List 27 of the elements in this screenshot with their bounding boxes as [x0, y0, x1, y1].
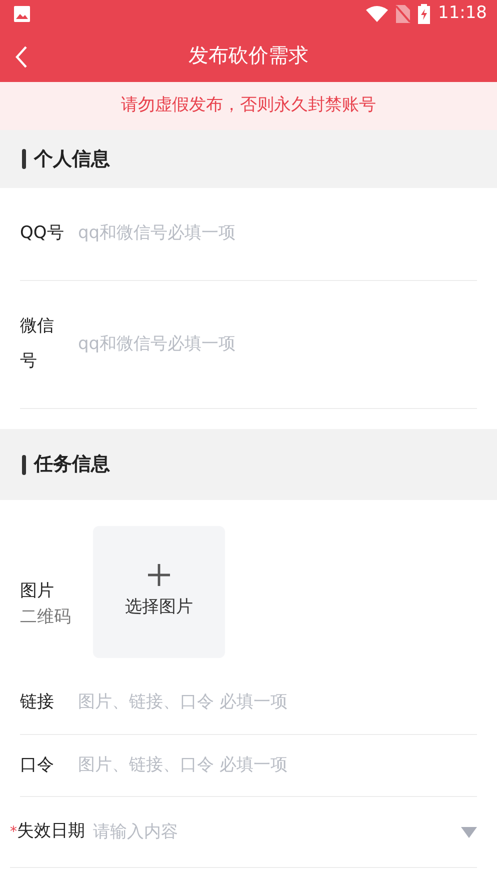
dropdown-caret-icon[interactable] [461, 826, 477, 838]
accent-bar [22, 149, 26, 169]
no-sim-icon [396, 5, 410, 23]
field-label: 口令 [20, 754, 55, 777]
date-field[interactable]: 请输入内容 [93, 820, 461, 846]
warning-notice: 请勿虚假发布，否则永久封禁账号 [121, 94, 376, 118]
field-label: 失效日期 [17, 820, 85, 844]
wifi-icon [366, 6, 388, 22]
select-image-button[interactable]: 选择图片 [93, 526, 225, 658]
section-title: 个人信息 [34, 146, 110, 172]
image-icon [14, 6, 30, 22]
required-mark: * [10, 822, 17, 842]
accent-bar [22, 454, 26, 475]
input-field[interactable]: 图片、链接、口令 必填一项 [78, 690, 477, 716]
plus-icon [147, 563, 171, 588]
section-title: 任务信息 [34, 452, 110, 478]
field-label: 微信号 [20, 314, 55, 374]
field-label: 链接 [20, 691, 55, 714]
input-field[interactable]: 图片、链接、口令 必填一项 [78, 752, 477, 778]
field-label: QQ号 [20, 222, 65, 245]
field-label: 图片 [20, 580, 55, 603]
input-field[interactable]: qq和微信号必填一项 [78, 221, 477, 247]
input-field[interactable]: qq和微信号必填一项 [78, 332, 477, 358]
status-time: 11:18 [438, 2, 487, 26]
battery-charging-icon [418, 4, 430, 24]
field-sublabel: 二维码 [20, 606, 72, 629]
page-title: 发布砍价需求 [188, 42, 308, 69]
